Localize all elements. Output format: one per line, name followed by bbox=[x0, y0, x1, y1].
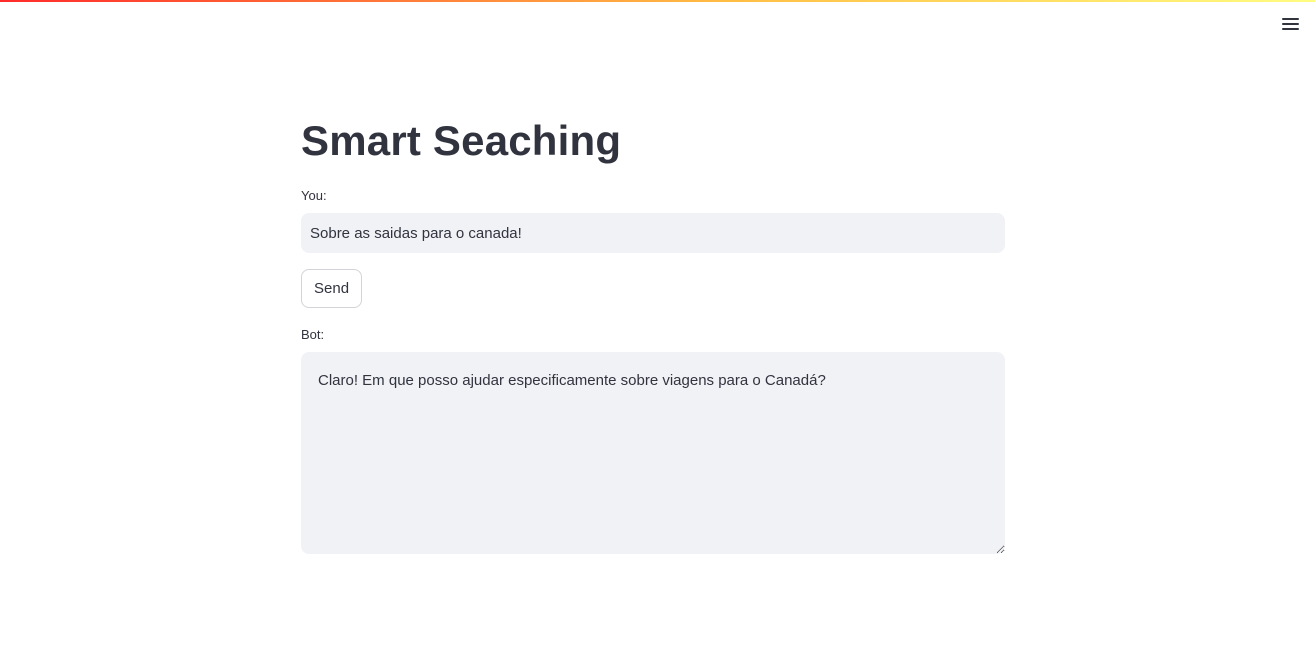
header-decoration-bar bbox=[0, 0, 1315, 2]
bot-output-label: Bot: bbox=[301, 327, 325, 342]
main-container: Smart Seaching You: Send Bot: Claro! Em … bbox=[301, 110, 1005, 554]
user-input-label: You: bbox=[301, 188, 327, 203]
page-title: Smart Seaching bbox=[301, 117, 622, 164]
main-menu-button[interactable] bbox=[1279, 14, 1301, 34]
hamburger-menu-icon bbox=[1282, 18, 1299, 20]
user-message-input[interactable] bbox=[301, 213, 1005, 253]
send-button[interactable]: Send bbox=[301, 269, 363, 308]
bot-response-textarea[interactable]: Claro! Em que posso ajudar especificamen… bbox=[301, 352, 1005, 554]
